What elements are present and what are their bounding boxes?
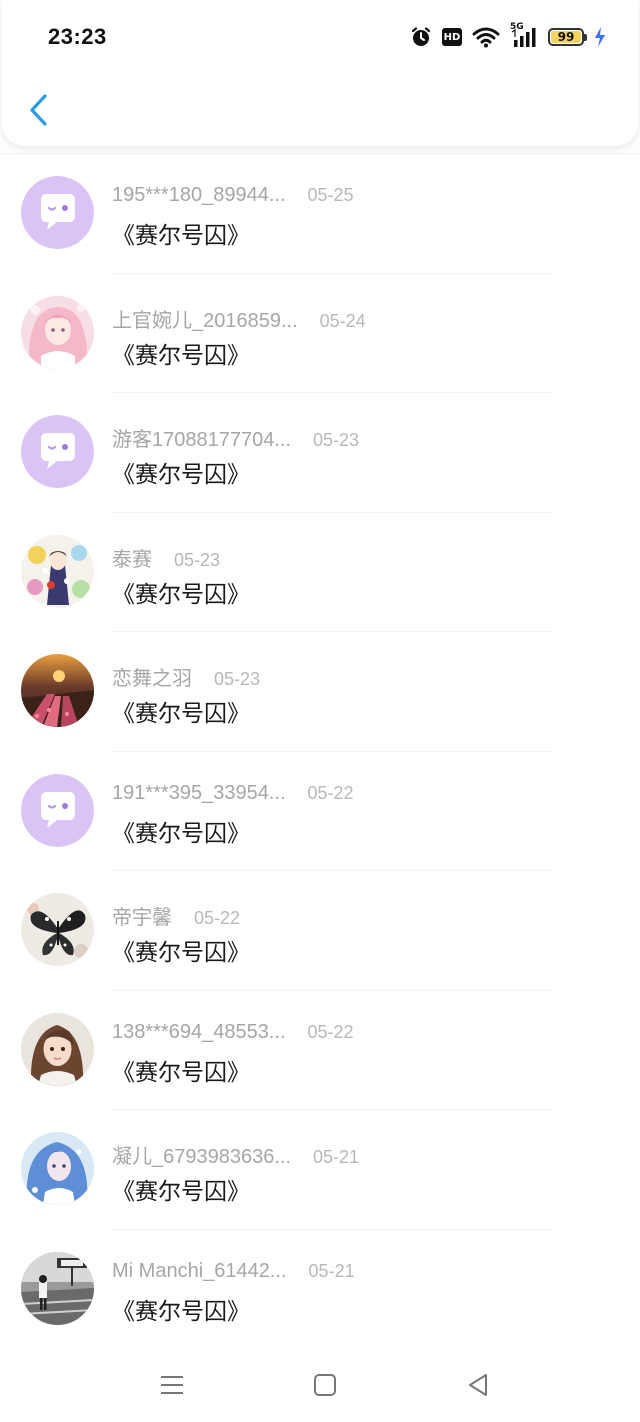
comment-item[interactable]: 上官婉儿_2016859... 05-24 《赛尔号囚》 [0, 274, 640, 394]
chevron-left-icon [30, 94, 47, 126]
comment-text: 《赛尔号囚》 [112, 940, 250, 966]
comment-date: 05-23 [313, 430, 360, 450]
status-bar: 23:23 HD 5G 99 [2, 0, 638, 72]
comment-meta: 191***395_33954... 05-22 [112, 782, 354, 805]
comment-meta: 195***180_89944... 05-25 [112, 184, 354, 207]
header-bar: 23:23 HD 5G 99 [2, 0, 638, 146]
alarm-icon [410, 26, 432, 48]
avatar[interactable] [21, 893, 94, 966]
user-name[interactable]: 恋舞之羽 [112, 662, 192, 691]
user-name[interactable]: 游客17088177704... [112, 423, 291, 452]
comment-text: 《赛尔号囚》 [112, 1298, 250, 1325]
comment-date: 05-24 [319, 310, 366, 331]
user-name[interactable]: 凝儿_6793983636... [112, 1140, 291, 1169]
comment-meta: 138***694_48553... 05-22 [112, 1021, 354, 1044]
avatar[interactable] [21, 415, 94, 488]
signal-5g-icon: 5G [510, 22, 538, 48]
comment-list: 195***180_89944... 05-25 《赛尔号囚》 上官婉儿_201685… [0, 153, 640, 1349]
comment-date: 05-22 [194, 908, 241, 928]
user-name[interactable]: 138***694_48553... [112, 1021, 286, 1044]
comment-text: 《赛尔号囚》 [112, 820, 250, 847]
comment-meta: 凝儿_6793983636... 05-21 [112, 1140, 359, 1169]
status-icons: HD 5G 99 [410, 22, 606, 50]
comment-text: 《赛尔号囚》 [112, 342, 250, 369]
avatar[interactable] [21, 1132, 94, 1205]
home-button[interactable] [305, 1368, 345, 1402]
user-name[interactable]: Mi Manchi_61442... [112, 1260, 287, 1283]
comment-item[interactable]: 游客17088177704... 05-23 《赛尔号囚》 [0, 393, 640, 513]
comment-item[interactable]: 191***395_33954... 05-22 《赛尔号囚》 [0, 752, 640, 872]
comment-meta: 恋舞之羽 05-23 [112, 662, 260, 691]
home-square-icon [314, 1374, 336, 1396]
comment-item[interactable]: 恋舞之羽 05-23 《赛尔号囚》 [0, 632, 640, 752]
comment-item[interactable]: Mi Manchi_61442... 05-21 《赛尔号囚》 [0, 1230, 640, 1350]
back-button[interactable] [20, 90, 56, 130]
avatar[interactable] [21, 176, 94, 249]
back-nav-button[interactable] [458, 1368, 498, 1402]
wifi-icon [472, 26, 500, 48]
user-name[interactable]: 泰赛 [112, 543, 152, 572]
comment-text: 《赛尔号囚》 [112, 581, 250, 608]
menu-icon [161, 1376, 183, 1394]
battery-icon: 99 [548, 28, 587, 46]
status-time: 23:23 [48, 24, 107, 49]
charging-icon [594, 27, 606, 47]
comment-item[interactable]: 凝儿_6793983636... 05-21 《赛尔号囚》 [0, 1110, 640, 1230]
avatar[interactable] [21, 654, 94, 727]
comment-text: 《赛尔号囚》 [112, 462, 250, 488]
comment-date: 05-22 [307, 1021, 354, 1042]
comment-date: 05-21 [308, 1260, 355, 1281]
avatar[interactable] [21, 534, 94, 608]
comment-meta: Mi Manchi_61442... 05-21 [112, 1260, 355, 1283]
hd-icon: HD [442, 28, 462, 46]
comment-meta: 游客17088177704... 05-23 [112, 423, 359, 452]
comment-text: 《赛尔号囚》 [112, 223, 250, 249]
avatar[interactable] [21, 773, 94, 847]
comment-text: 《赛尔号囚》 [112, 1179, 250, 1205]
user-name[interactable]: 上官婉儿_2016859... [112, 304, 298, 333]
comment-text: 《赛尔号囚》 [112, 701, 250, 727]
avatar[interactable] [21, 1251, 94, 1325]
user-name[interactable]: 帝宇馨 [112, 901, 172, 930]
comment-item[interactable]: 泰赛 05-23 《赛尔号囚》 [0, 513, 640, 633]
comment-item[interactable]: 帝宇馨 05-22 《赛尔号囚》 [0, 871, 640, 991]
avatar[interactable] [21, 1012, 94, 1086]
comment-item[interactable]: 138***694_48553... 05-22 《赛尔号囚》 [0, 991, 640, 1111]
comment-date: 05-21 [313, 1147, 360, 1167]
avatar[interactable] [21, 295, 94, 369]
user-name[interactable]: 191***395_33954... [112, 782, 286, 805]
back-triangle-icon [469, 1374, 487, 1396]
user-name[interactable]: 195***180_89944... [112, 184, 286, 207]
system-nav-bar [0, 1350, 640, 1422]
comment-date: 05-25 [307, 185, 354, 205]
comment-meta: 上官婉儿_2016859... 05-24 [112, 304, 366, 333]
menu-button[interactable] [152, 1368, 192, 1402]
comment-date: 05-23 [214, 669, 261, 689]
comment-date: 05-22 [307, 782, 354, 803]
comment-meta: 泰赛 05-23 [112, 543, 220, 572]
comment-item[interactable]: 195***180_89944... 05-25 《赛尔号囚》 [0, 154, 640, 274]
comment-date: 05-23 [174, 549, 221, 570]
comment-meta: 帝宇馨 05-22 [112, 901, 240, 930]
comment-text: 《赛尔号囚》 [112, 1059, 250, 1086]
battery-level: 99 [557, 30, 575, 44]
